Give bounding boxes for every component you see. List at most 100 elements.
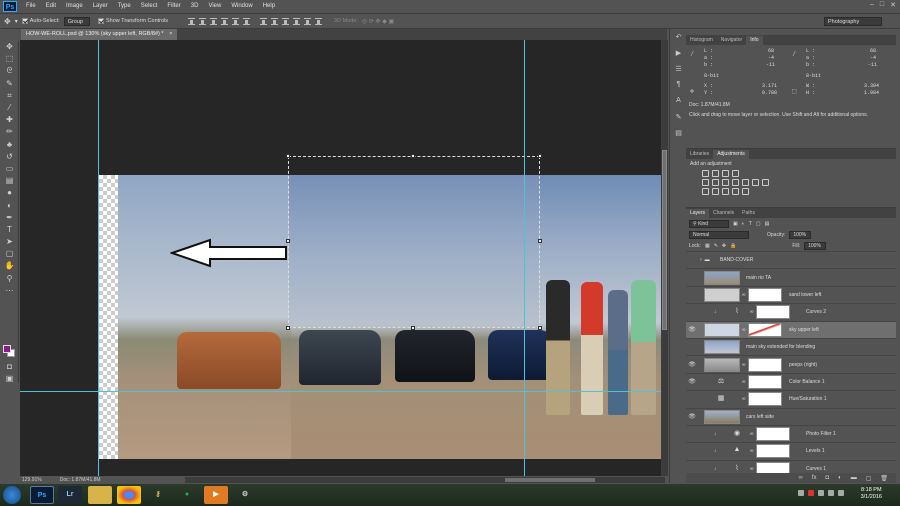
filter-shape-icon[interactable]: ▢ [756, 221, 761, 227]
tray-icon[interactable] [798, 490, 804, 496]
selective-color-icon[interactable] [742, 188, 749, 195]
levels-icon[interactable] [712, 170, 719, 177]
menu-view[interactable]: View [203, 0, 226, 13]
photo-filter-icon[interactable] [742, 179, 749, 186]
auto-select-dropdown[interactable]: Group [63, 16, 90, 26]
auto-select-checkbox[interactable]: Auto-Select: [21, 18, 60, 24]
new-layer-icon[interactable]: ▢ [866, 475, 872, 482]
horizontal-scrollbar[interactable] [185, 477, 665, 483]
distribute-top-icon[interactable] [260, 17, 268, 25]
brush-tool-icon[interactable]: ✏ [0, 126, 19, 138]
clone-stamp-icon[interactable]: ♣ [0, 139, 19, 151]
menu-edit[interactable]: Edit [41, 0, 61, 13]
exposure-icon[interactable] [732, 170, 739, 177]
quick-select-tool-icon[interactable]: ✎ [0, 78, 19, 90]
lock-all-icon[interactable]: 🔒 [730, 243, 736, 249]
properties-icon[interactable]: ☰ [671, 65, 686, 77]
layer-row[interactable]: ↓ ⌇ ∞ Curves 2 [686, 303, 896, 320]
tray-icon[interactable] [808, 490, 814, 496]
tab-paths[interactable]: Paths [738, 209, 759, 218]
vibrance-icon[interactable] [702, 179, 709, 186]
menu-help[interactable]: Help [258, 0, 280, 13]
close-icon[interactable]: ✕ [890, 1, 896, 9]
filter-pixel-icon[interactable]: ▣ [733, 221, 738, 227]
transform-handle[interactable] [286, 326, 290, 330]
distribute-right-icon[interactable] [315, 17, 323, 25]
transform-handle[interactable] [411, 326, 415, 330]
crop-tool-icon[interactable]: ⌗ [0, 90, 19, 102]
menu-select[interactable]: Select [136, 0, 163, 13]
lock-position-icon[interactable]: ✥ [722, 243, 726, 249]
transform-handle[interactable] [538, 326, 542, 330]
menu-filter[interactable]: Filter [162, 0, 185, 13]
quick-mask-icon[interactable]: ◘ [0, 361, 19, 373]
menu-layer[interactable]: Layer [88, 0, 113, 13]
guide-vertical[interactable] [98, 40, 99, 476]
tab-channels[interactable]: Channels [709, 209, 738, 218]
zoom-tool-icon[interactable]: ⚲ [0, 273, 19, 285]
scroll-thumb[interactable] [505, 478, 595, 482]
fill-input[interactable]: 100% [804, 241, 827, 250]
maximize-icon[interactable]: □ [880, 1, 884, 9]
taskbar-photoshop[interactable]: Ps [30, 486, 54, 504]
align-right-icon[interactable] [243, 17, 251, 25]
curves-icon[interactable] [722, 170, 729, 177]
marquee-tool-icon[interactable]: ⬚ [0, 53, 19, 65]
move-tool-icon[interactable]: ✥ [0, 41, 19, 53]
tab-histogram[interactable]: Histogram [686, 36, 717, 45]
close-tab-icon[interactable]: × [169, 31, 172, 37]
lasso-tool-icon[interactable]: ᘓ [0, 65, 19, 77]
foreground-color-swatch[interactable] [3, 345, 11, 353]
eye-icon[interactable]: 👁 [686, 413, 698, 420]
fx-icon[interactable]: fx [812, 475, 817, 481]
guide-horizontal[interactable] [20, 391, 661, 392]
add-mask-icon[interactable]: ◘ [825, 475, 829, 481]
layer-row[interactable]: 👁 ∞ peeps (right) [686, 355, 896, 372]
eye-icon[interactable]: 👁 [686, 361, 698, 368]
layer-row[interactable]: main sky extended for blending [686, 337, 896, 355]
threshold-icon[interactable] [722, 188, 729, 195]
path-select-icon[interactable]: ➤ [0, 236, 19, 248]
eyedropper-tool-icon[interactable]: ⁄ [0, 102, 19, 114]
screen-mode-icon[interactable]: ▣ [0, 373, 19, 385]
zoom-level[interactable]: 129.91% [22, 477, 42, 483]
layer-row[interactable]: main rio TA [686, 268, 896, 285]
eye-icon[interactable]: 👁 [686, 378, 698, 385]
channel-mixer-icon[interactable] [752, 179, 759, 186]
tab-info[interactable]: Info [746, 36, 763, 45]
taskbar-lightroom[interactable]: Lr [58, 486, 82, 504]
invert-icon[interactable] [702, 188, 709, 195]
layer-row[interactable]: ▦ ∞ Hue/Saturation 1 [686, 390, 896, 407]
lock-pixels-icon[interactable]: ✎ [714, 243, 718, 249]
filter-adjustment-icon[interactable]: ◐ [742, 221, 745, 227]
minimize-icon[interactable]: – [870, 1, 874, 9]
actions-icon[interactable]: ▶ [671, 49, 686, 61]
keys-icon[interactable]: ⚷ [146, 486, 170, 504]
layer-row[interactable]: 👁 ⚖ ∞ Color Balance 1 [686, 372, 896, 390]
settings-icon[interactable]: ⚙ [233, 486, 257, 504]
transform-selection-box[interactable] [286, 154, 542, 330]
tray-icon[interactable] [818, 490, 824, 496]
character-icon[interactable]: A [671, 97, 686, 109]
eraser-tool-icon[interactable]: ▭ [0, 163, 19, 175]
new-group-icon[interactable]: ▬ [851, 475, 857, 481]
layer-row[interactable]: ↓ ▲ ∞ Levels 1 [686, 442, 896, 459]
menu-file[interactable]: File [21, 0, 41, 13]
tray-icon[interactable] [828, 490, 834, 496]
distribute-bottom-icon[interactable] [282, 17, 290, 25]
brush-presets-icon[interactable]: ✎ [671, 113, 686, 125]
distribute-hcenter-icon[interactable] [304, 17, 312, 25]
transform-handle[interactable] [286, 239, 290, 243]
filter-smart-icon[interactable]: ▤ [765, 221, 770, 227]
notes-icon[interactable]: ▤ [671, 129, 686, 141]
filter-type-icon[interactable]: T [749, 221, 752, 227]
layer-row[interactable]: ∞ sand lower left [686, 285, 896, 303]
type-tool-icon[interactable]: T [0, 224, 19, 236]
chrome-icon[interactable] [117, 486, 141, 504]
start-button[interactable] [3, 486, 21, 504]
layer-kind-filter[interactable]: ⚲ Kind [689, 219, 729, 228]
layer-row[interactable]: 👁 cars left side [686, 407, 896, 425]
3d-orbit-icon[interactable]: ◎ ⟳ ✥ ◆ ▣ [362, 18, 394, 25]
history-brush-icon[interactable]: ↺ [0, 151, 19, 163]
canvas-area[interactable] [20, 40, 661, 476]
